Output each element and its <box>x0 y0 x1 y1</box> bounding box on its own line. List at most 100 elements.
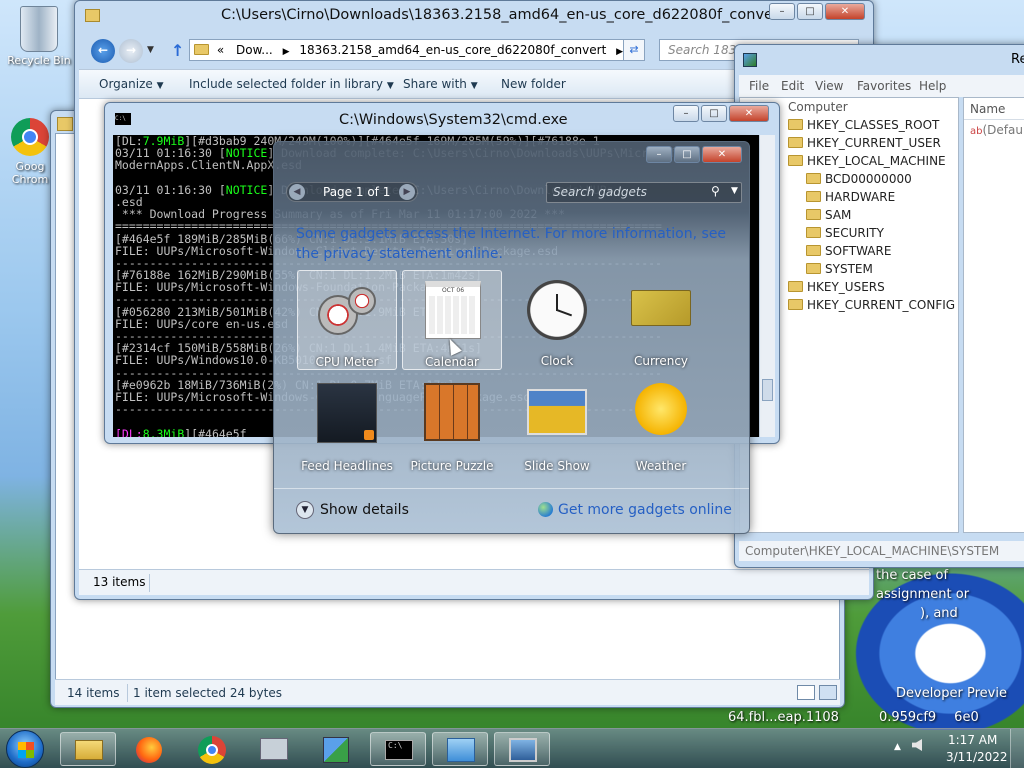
next-page-icon[interactable]: ▶ <box>399 184 415 200</box>
gadget-minimize-button[interactable]: – <box>646 146 672 163</box>
chrome-logo-icon <box>11 118 49 156</box>
taskbar-firefox[interactable] <box>122 732 178 766</box>
currency-icon <box>631 290 691 326</box>
gadget-cpu-meter[interactable]: CPU Meter <box>297 270 397 370</box>
close-button[interactable]: ✕ <box>825 3 865 20</box>
explorer-statusbar: 13 items <box>79 569 869 595</box>
regedit-value-pane[interactable]: Name ab(Defaul <box>963 97 1024 533</box>
show-details-chevron-icon[interactable]: ▼ <box>296 501 314 519</box>
gadget-feed-headlines[interactable]: Feed Headlines <box>297 375 397 475</box>
internet-notice[interactable]: Some gadgets access the Internet. For mo… <box>296 224 726 264</box>
gadget-footer: ▼ Show details Get more gadgets online <box>274 488 749 533</box>
gadget-window-buttons: – □ ✕ <box>646 146 742 163</box>
taskbar-explorer[interactable] <box>60 732 116 766</box>
control-panel-icon <box>447 738 475 762</box>
clock-time[interactable]: 1:17 AM <box>948 733 997 747</box>
cmd-icon: C:\ <box>115 113 131 125</box>
taskbar-cmd[interactable]: C:\ <box>370 732 426 766</box>
search-icon[interactable]: ⚲ <box>711 184 720 198</box>
gadget-clock[interactable]: Clock <box>507 270 607 370</box>
page-nav: ◀ Page 1 of 1 ▶ <box>286 182 418 202</box>
taskbar-gadgets[interactable] <box>494 732 550 766</box>
taskbar-chrome[interactable] <box>184 732 240 766</box>
details-view-icon[interactable] <box>797 685 815 700</box>
feed-headlines-icon <box>317 383 377 443</box>
task-manager-icon <box>260 738 288 760</box>
breadcrumb-downloads[interactable]: Dow... <box>236 43 273 57</box>
recycle-bin-label: Recycle Bin <box>7 54 71 67</box>
gadget-slide-show[interactable]: Slide Show <box>507 375 607 475</box>
new-folder-button[interactable]: New folder <box>501 70 566 98</box>
value-default[interactable]: ab(Defaul <box>964 120 1024 142</box>
up-folder-icon[interactable]: ↑ <box>171 41 184 60</box>
clock-icon <box>527 280 587 340</box>
cmd-minimize-button[interactable]: – <box>673 105 699 122</box>
menu-help[interactable]: Help <box>919 75 946 97</box>
gadget-maximize-button[interactable]: □ <box>674 146 700 163</box>
clock-date[interactable]: 3/11/2022 <box>946 750 1008 764</box>
cmd-maximize-button[interactable]: □ <box>701 105 727 122</box>
back-explorer-statusbar: 14 items 1 item selected 24 bytes <box>55 679 840 705</box>
back-nav-button[interactable]: ← <box>91 39 115 63</box>
taskbar-control-panel[interactable] <box>432 732 488 766</box>
share-with-menu[interactable]: Share with ▼ <box>403 70 478 98</box>
cmd-title: C:\Windows\System32\cmd.exe <box>339 112 568 128</box>
globe-icon <box>538 502 553 517</box>
minimize-button[interactable]: – <box>769 3 795 20</box>
weather-sun-icon <box>635 383 687 435</box>
chrome-icon <box>198 736 226 764</box>
breadcrumb-ellipsis[interactable]: « <box>217 43 224 57</box>
address-bar[interactable]: « Dow... ▶ 18363.2158_amd64_en-us_core_d… <box>189 39 645 61</box>
slide-show-icon <box>527 389 587 435</box>
calendar-icon: OCT 06 <box>425 281 481 339</box>
cmd-scrollbar[interactable] <box>759 135 775 437</box>
regedit-title: Re <box>1011 52 1024 67</box>
cmd-close-button[interactable]: ✕ <box>729 105 769 122</box>
trash-can-icon <box>20 6 58 52</box>
gadget-currency[interactable]: Currency <box>611 270 711 370</box>
wallpaper-build-text-2: 64.fbl...eap.1108 0.959cf9 6e0 <box>728 710 979 725</box>
regedit-menubar: File Edit View Favorites Help <box>739 75 1024 97</box>
address-folder-icon <box>194 44 209 55</box>
status-item-count: 13 items <box>93 575 146 589</box>
gadget-weather[interactable]: Weather <box>611 375 711 475</box>
breadcrumb-separator-icon-2[interactable]: ▶ <box>616 47 623 57</box>
menu-view[interactable]: View <box>815 75 843 97</box>
get-more-gadgets-link[interactable]: Get more gadgets online <box>558 502 732 518</box>
maximize-button[interactable]: □ <box>797 3 823 20</box>
back-status-selected: 1 item selected 24 bytes <box>133 686 282 700</box>
cmd-scroll-thumb[interactable] <box>762 379 773 401</box>
organize-menu[interactable]: Organize ▼ <box>99 70 164 98</box>
breadcrumb-separator-icon[interactable]: ▶ <box>283 47 290 57</box>
start-button[interactable] <box>6 730 44 768</box>
prev-page-icon[interactable]: ◀ <box>289 184 305 200</box>
show-details-button[interactable]: Show details <box>320 502 409 518</box>
menu-favorites[interactable]: Favorites <box>857 75 911 97</box>
taskbar-task-manager[interactable] <box>246 732 302 766</box>
column-header-name[interactable]: Name <box>964 98 1024 120</box>
menu-file[interactable]: File <box>749 75 769 97</box>
regedit-app-icon <box>743 53 757 67</box>
gadget-search-input[interactable]: Search gadgets ⚲ ▼ <box>546 182 742 203</box>
show-hidden-icons-icon[interactable]: ▲ <box>894 742 901 752</box>
gadgets-icon <box>509 738 537 762</box>
cpu-meter-icon <box>318 287 378 337</box>
gadget-picture-puzzle[interactable]: Picture Puzzle <box>402 375 502 475</box>
refresh-button[interactable]: ⇄ <box>623 39 645 61</box>
regedit-statusbar: Computer\HKEY_LOCAL_MACHINE\SYSTEM <box>739 541 1024 561</box>
recycle-bin-icon[interactable]: Recycle Bin <box>4 6 74 67</box>
include-library-menu[interactable]: Include selected folder in library ▼ <box>189 70 394 98</box>
show-desktop-button[interactable] <box>1010 729 1024 768</box>
menu-edit[interactable]: Edit <box>781 75 804 97</box>
forward-nav-button[interactable]: → <box>119 39 143 63</box>
breadcrumb-current-folder[interactable]: 18363.2158_amd64_en-us_core_d622080f_con… <box>299 43 606 57</box>
search-options-chevron-icon[interactable]: ▼ <box>731 186 738 196</box>
gadget-gallery-window[interactable]: – □ ✕ ◀ Page 1 of 1 ▶ Search gadgets ⚲ ▼… <box>273 141 750 534</box>
recent-pages-chevron-icon[interactable]: ▼ <box>147 45 154 55</box>
taskbar-regedit[interactable] <box>308 732 364 766</box>
large-icons-view-icon[interactable] <box>819 685 837 700</box>
gadget-close-button[interactable]: ✕ <box>702 146 742 163</box>
explorer-window-buttons: – □ ✕ <box>769 3 865 20</box>
regedit-icon <box>323 737 349 763</box>
cmd-taskbar-icon: C:\ <box>385 740 413 760</box>
